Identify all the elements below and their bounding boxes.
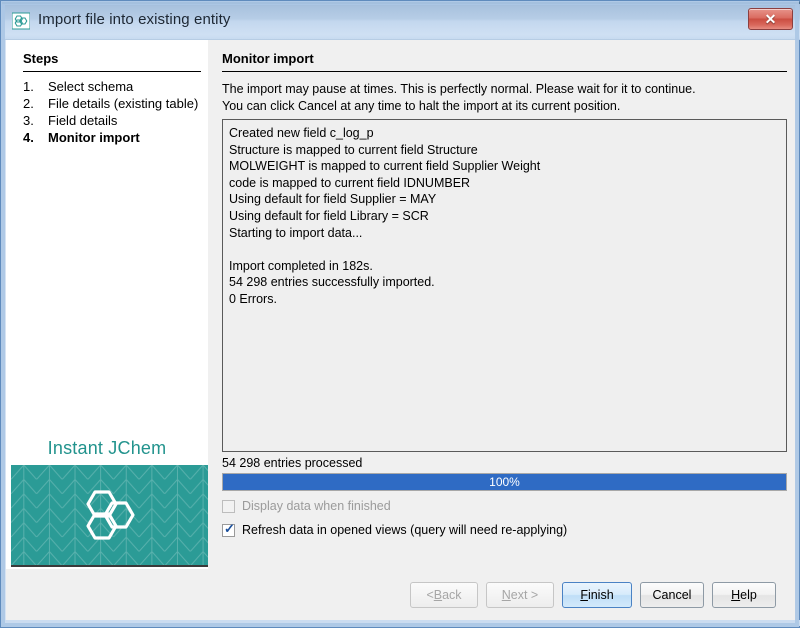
intro-text-line-2: You can click Cancel at any time to halt… — [222, 99, 620, 113]
button-mnemonic: H — [731, 588, 740, 602]
jchem-logo-icon — [79, 487, 141, 543]
title-bar[interactable]: Import file into existing entity ✕ — [2, 2, 800, 40]
next-button[interactable]: Next > — [486, 582, 554, 608]
finish-button[interactable]: Finish — [562, 582, 632, 608]
step-label: Field details — [48, 112, 203, 129]
import-progress-bar: 100% — [222, 473, 787, 491]
button-mnemonic: N — [502, 588, 511, 602]
dialog-content: Steps 1.Select schema2.File details (exi… — [6, 40, 796, 585]
step-label: File details (existing table) — [48, 95, 203, 112]
log-line — [229, 241, 780, 258]
page-title-divider — [222, 71, 787, 72]
step-number: 3. — [23, 112, 48, 129]
back-button[interactable]: < Back — [410, 582, 478, 608]
steps-heading-divider — [23, 71, 201, 72]
checkbox-label: Display data when finished — [242, 499, 391, 513]
button-mnemonic: F — [580, 588, 588, 602]
step-item-3[interactable]: 3.Field details — [23, 112, 203, 129]
step-label: Monitor import — [48, 129, 203, 146]
import-log-textarea[interactable]: Created new field c_log_pStructure is ma… — [222, 119, 787, 452]
checkbox-box[interactable] — [222, 500, 235, 513]
log-line: Using default for field Supplier = MAY — [229, 191, 780, 208]
brand-name: Instant JChem — [6, 438, 208, 459]
step-item-2[interactable]: 2.File details (existing table) — [23, 95, 203, 112]
log-line: Import completed in 182s. — [229, 258, 780, 275]
log-line: MOLWEIGHT is mapped to current field Sup… — [229, 158, 780, 175]
cancel-button[interactable]: Cancel — [640, 582, 704, 608]
log-line: Starting to import data... — [229, 225, 780, 242]
step-number: 1. — [23, 78, 48, 95]
step-item-1[interactable]: 1.Select schema — [23, 78, 203, 95]
log-line: Structure is mapped to current field Str… — [229, 142, 780, 159]
checkbox-box[interactable]: ✓ — [222, 524, 235, 537]
dialog-button-bar: < Back Next > Finish Cancel Help — [6, 574, 796, 622]
steps-heading: Steps — [23, 51, 58, 66]
checkbox-label: Refresh data in opened views (query will… — [242, 523, 567, 537]
intro-text-line-1: The import may pause at times. This is p… — [222, 82, 696, 96]
step-number: 4. — [23, 129, 48, 146]
step-label: Select schema — [48, 78, 203, 95]
help-button[interactable]: Help — [712, 582, 776, 608]
brand-panel — [11, 465, 208, 567]
close-button[interactable]: ✕ — [748, 8, 793, 30]
log-line: Using default for field Library = SCR — [229, 208, 780, 225]
jchem-hexagon-icon — [12, 12, 30, 30]
checkbox-display-data-when-finished[interactable]: Display data when finished — [222, 497, 391, 515]
checkbox-refresh-data-in-opened-views[interactable]: ✓ Refresh data in opened views (query wi… — [222, 521, 567, 539]
main-pane: Monitor import The import may pause at t… — [208, 40, 796, 569]
checkmark-icon: ✓ — [224, 522, 235, 535]
progress-bar-percent: 100% — [223, 474, 786, 490]
button-mnemonic: B — [434, 588, 442, 602]
title-bar-accent — [2, 2, 800, 4]
log-line: code is mapped to current field IDNUMBER — [229, 175, 780, 192]
steps-list: 1.Select schema2.File details (existing … — [23, 78, 203, 146]
window-title: Import file into existing entity — [38, 11, 230, 28]
close-icon: ✕ — [765, 12, 777, 26]
step-item-4[interactable]: 4.Monitor import — [23, 129, 203, 146]
window-bottom-strip — [2, 620, 800, 626]
dialog-window: Import file into existing entity ✕ Steps… — [0, 0, 800, 628]
entries-processed-label: 54 298 entries processed — [222, 456, 362, 470]
log-line: 0 Errors. — [229, 291, 780, 308]
steps-panel: Steps 1.Select schema2.File details (exi… — [6, 40, 208, 569]
log-line: Created new field c_log_p — [229, 125, 780, 142]
step-number: 2. — [23, 95, 48, 112]
log-line: 54 298 entries successfully imported. — [229, 274, 780, 291]
page-title: Monitor import — [222, 51, 314, 66]
